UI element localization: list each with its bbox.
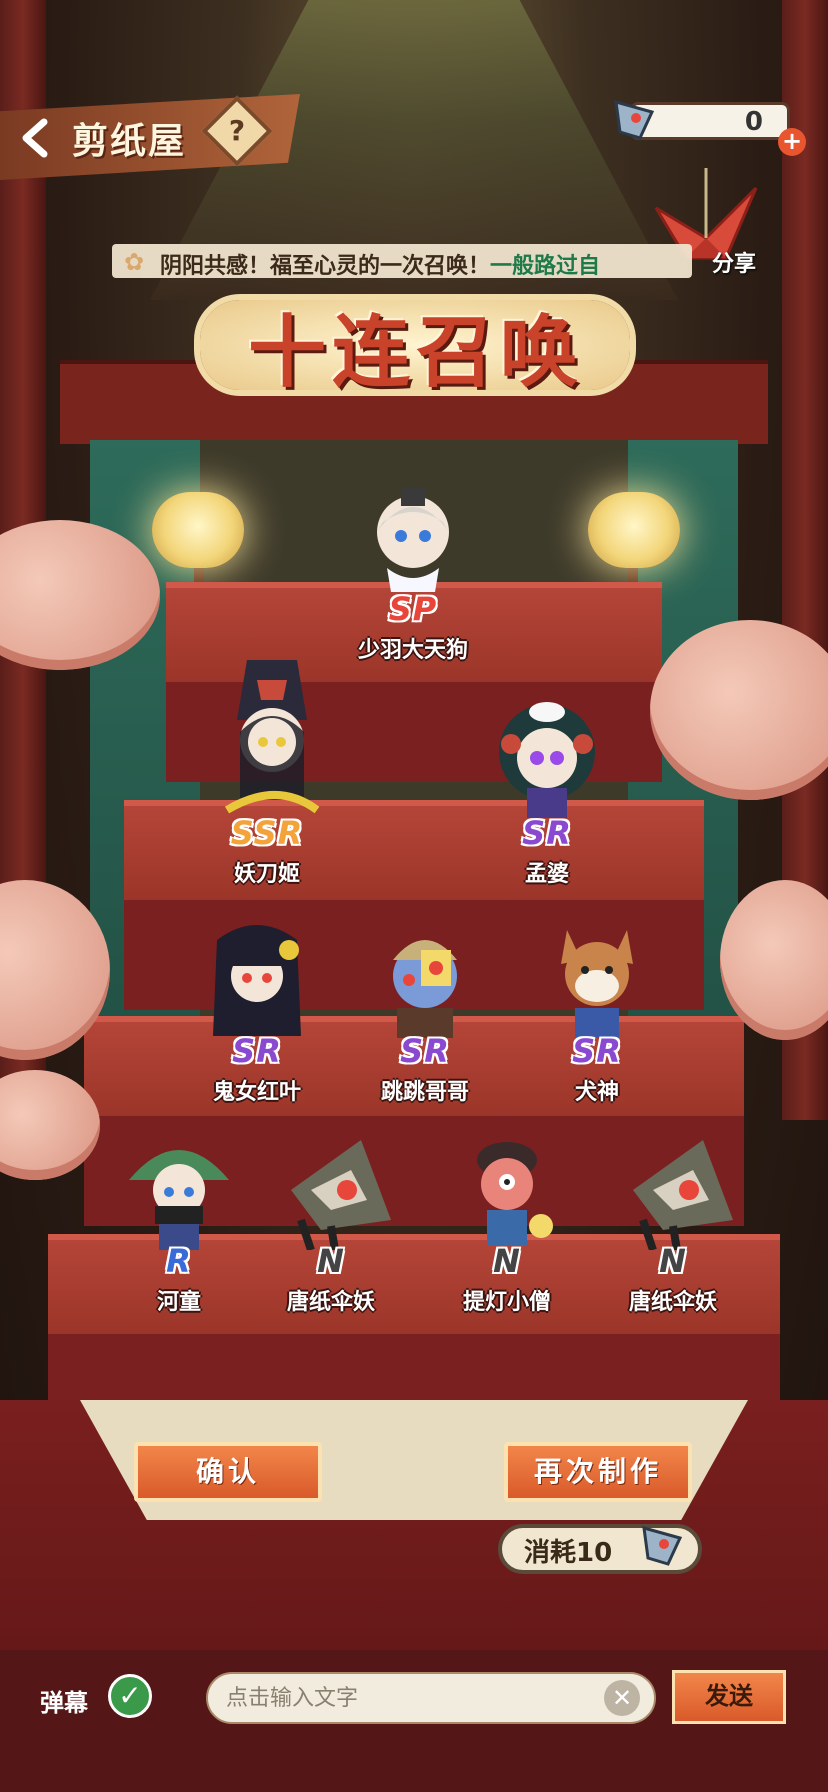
- result-card[interactable]: SR 犬神: [522, 920, 672, 1120]
- character-name: 河童: [156, 1290, 201, 1315]
- danmu-label: 弹幕: [40, 1689, 88, 1717]
- summon-result-screen: 剪纸屋 ? 0 + 分享 ✿ 阴阳共感！福至心灵的一次召唤！一般路过自 十连召唤…: [0, 0, 828, 1792]
- danmu-toggle[interactable]: ✓: [108, 1674, 152, 1718]
- clear-input-button[interactable]: ✕: [604, 1680, 640, 1716]
- character-name: 唐纸伞妖: [628, 1290, 717, 1315]
- character-name: 鬼女红叶: [212, 1080, 301, 1105]
- stair-riser: [48, 1334, 780, 1406]
- subtitle-main: 阴阳共感！福至心灵的一次召唤！: [160, 254, 491, 279]
- result-card[interactable]: SSR 妖刀姬: [192, 660, 342, 887]
- subtitle-text: 阴阳共感！福至心灵的一次召唤！一般路过自: [160, 248, 600, 280]
- sakura-icon: ✿: [124, 248, 145, 276]
- result-card[interactable]: SR 鬼女红叶: [182, 920, 332, 1120]
- add-currency-button[interactable]: +: [778, 128, 806, 156]
- rarity-badge: SR: [232, 1032, 282, 1070]
- character-name: 犬神: [574, 1080, 619, 1105]
- lantern-left: [152, 492, 244, 568]
- result-card[interactable]: N 提灯小僧: [432, 1130, 582, 1330]
- currency-value: 0: [744, 107, 763, 137]
- result-card[interactable]: R 河童: [104, 1130, 254, 1330]
- send-button[interactable]: 发送: [672, 1670, 786, 1724]
- result-card[interactable]: SR 孟婆: [472, 692, 622, 892]
- chevron-left-icon: [22, 118, 48, 158]
- rarity-badge: N: [317, 1242, 345, 1280]
- rarity-badge: SP: [388, 590, 438, 628]
- help-icon: ?: [228, 114, 246, 147]
- paper-shikigami-icon: [642, 1525, 683, 1566]
- rarity-badge: SSR: [230, 814, 304, 852]
- character-portrait: [499, 702, 595, 818]
- cost-label: 消耗10: [524, 1538, 613, 1568]
- summon-again-button[interactable]: 再次制作: [504, 1442, 692, 1502]
- danmu-input[interactable]: [206, 1672, 656, 1724]
- character-name: 跳跳哥哥: [380, 1080, 469, 1105]
- character-portrait: [477, 1142, 553, 1246]
- main-title: 十连召唤: [247, 308, 584, 398]
- character-name: 唐纸伞妖: [286, 1290, 375, 1315]
- rarity-badge: SR: [572, 1032, 622, 1070]
- lantern-right: [588, 492, 680, 568]
- page-title: 剪纸屋: [72, 121, 187, 162]
- rarity-badge: N: [493, 1242, 521, 1280]
- share-button[interactable]: 分享: [712, 246, 756, 278]
- character-name: 提灯小僧: [462, 1290, 551, 1315]
- rarity-badge: R: [166, 1242, 192, 1280]
- character-portrait: [129, 1150, 229, 1250]
- subtitle-highlight: 一般路过自: [490, 254, 601, 279]
- character-portrait: [561, 930, 633, 1038]
- character-portrait: [633, 1140, 733, 1250]
- result-card[interactable]: SP 少羽大天狗: [338, 482, 488, 682]
- rarity-badge: SR: [522, 814, 572, 852]
- back-button[interactable]: [18, 118, 58, 158]
- character-name: 少羽大天狗: [357, 638, 468, 663]
- character-portrait: [377, 488, 449, 592]
- result-card[interactable]: N 唐纸伞妖: [598, 1130, 748, 1330]
- character-portrait: [224, 660, 320, 814]
- character-name: 孟婆: [524, 862, 569, 887]
- character-portrait: [393, 940, 457, 1038]
- result-card[interactable]: SR 跳跳哥哥: [350, 920, 500, 1120]
- result-card[interactable]: N 唐纸伞妖: [256, 1130, 406, 1330]
- character-portrait: [213, 925, 301, 1036]
- rarity-badge: SR: [400, 1032, 450, 1070]
- confirm-button[interactable]: 确认: [134, 1442, 322, 1502]
- character-portrait: [291, 1140, 391, 1250]
- rarity-badge: N: [659, 1242, 687, 1280]
- paper-shikigami-icon: [614, 99, 655, 140]
- character-name: 妖刀姬: [233, 862, 300, 887]
